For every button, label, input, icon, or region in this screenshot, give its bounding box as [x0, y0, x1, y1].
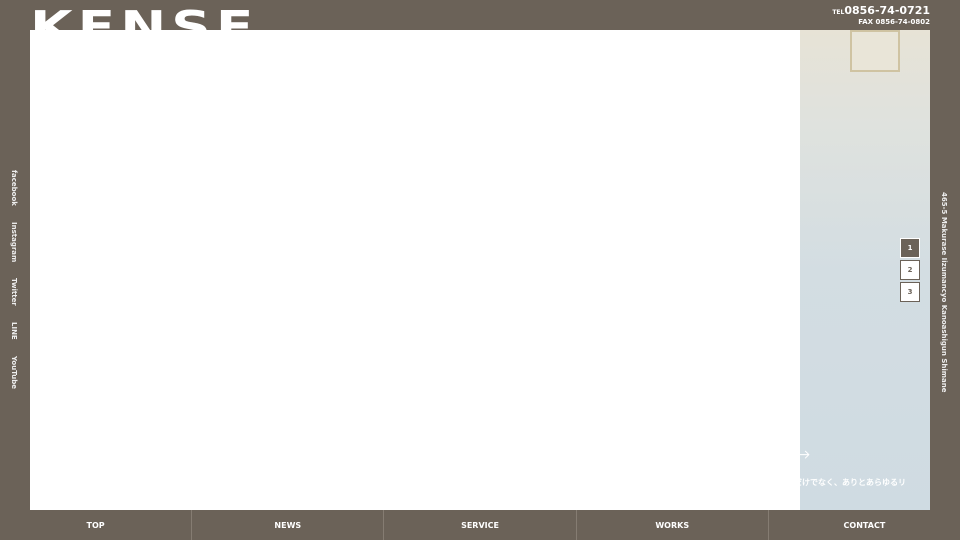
tel[interactable]: TEL0856-74-0721: [832, 4, 930, 17]
pager-button-1[interactable]: 1: [900, 238, 920, 258]
pager-button-2[interactable]: 2: [900, 260, 920, 280]
slider-pager: 1 2 3: [900, 238, 920, 304]
social-instagram[interactable]: Instagram: [10, 222, 18, 262]
content-overlay: [30, 30, 800, 510]
contact-info: TEL0856-74-0721 FAX 0856-74-0802: [832, 4, 930, 26]
hero-slider: M → ・交換だけでなく、ありとあらゆるリす。 1 2 3: [30, 30, 930, 510]
social-twitter[interactable]: Twitter: [10, 278, 18, 306]
nav-service[interactable]: SERVICE: [383, 510, 575, 540]
bottom-nav: TOP NEWS SERVICE WORKS CONTACT: [0, 510, 960, 540]
nav-news[interactable]: NEWS: [191, 510, 383, 540]
nav-contact[interactable]: CONTACT: [767, 510, 960, 540]
nav-works[interactable]: WORKS: [575, 510, 768, 540]
fax: FAX 0856-74-0802: [858, 18, 930, 26]
tel-number: 0856-74-0721: [844, 4, 930, 17]
hero-image-fixture: [850, 30, 900, 72]
social-links: facebook Instagram Twitter LINE YouTube: [10, 170, 22, 405]
social-facebook[interactable]: facebook: [10, 170, 18, 206]
social-youtube[interactable]: YouTube: [10, 356, 18, 389]
nav-top[interactable]: TOP: [0, 510, 191, 540]
tel-label: TEL: [832, 9, 845, 16]
address: 465-5 Makurase Iizumancyo Kanoashigun Sh…: [940, 192, 948, 393]
social-line[interactable]: LINE: [10, 322, 18, 340]
pager-button-3[interactable]: 3: [900, 282, 920, 302]
